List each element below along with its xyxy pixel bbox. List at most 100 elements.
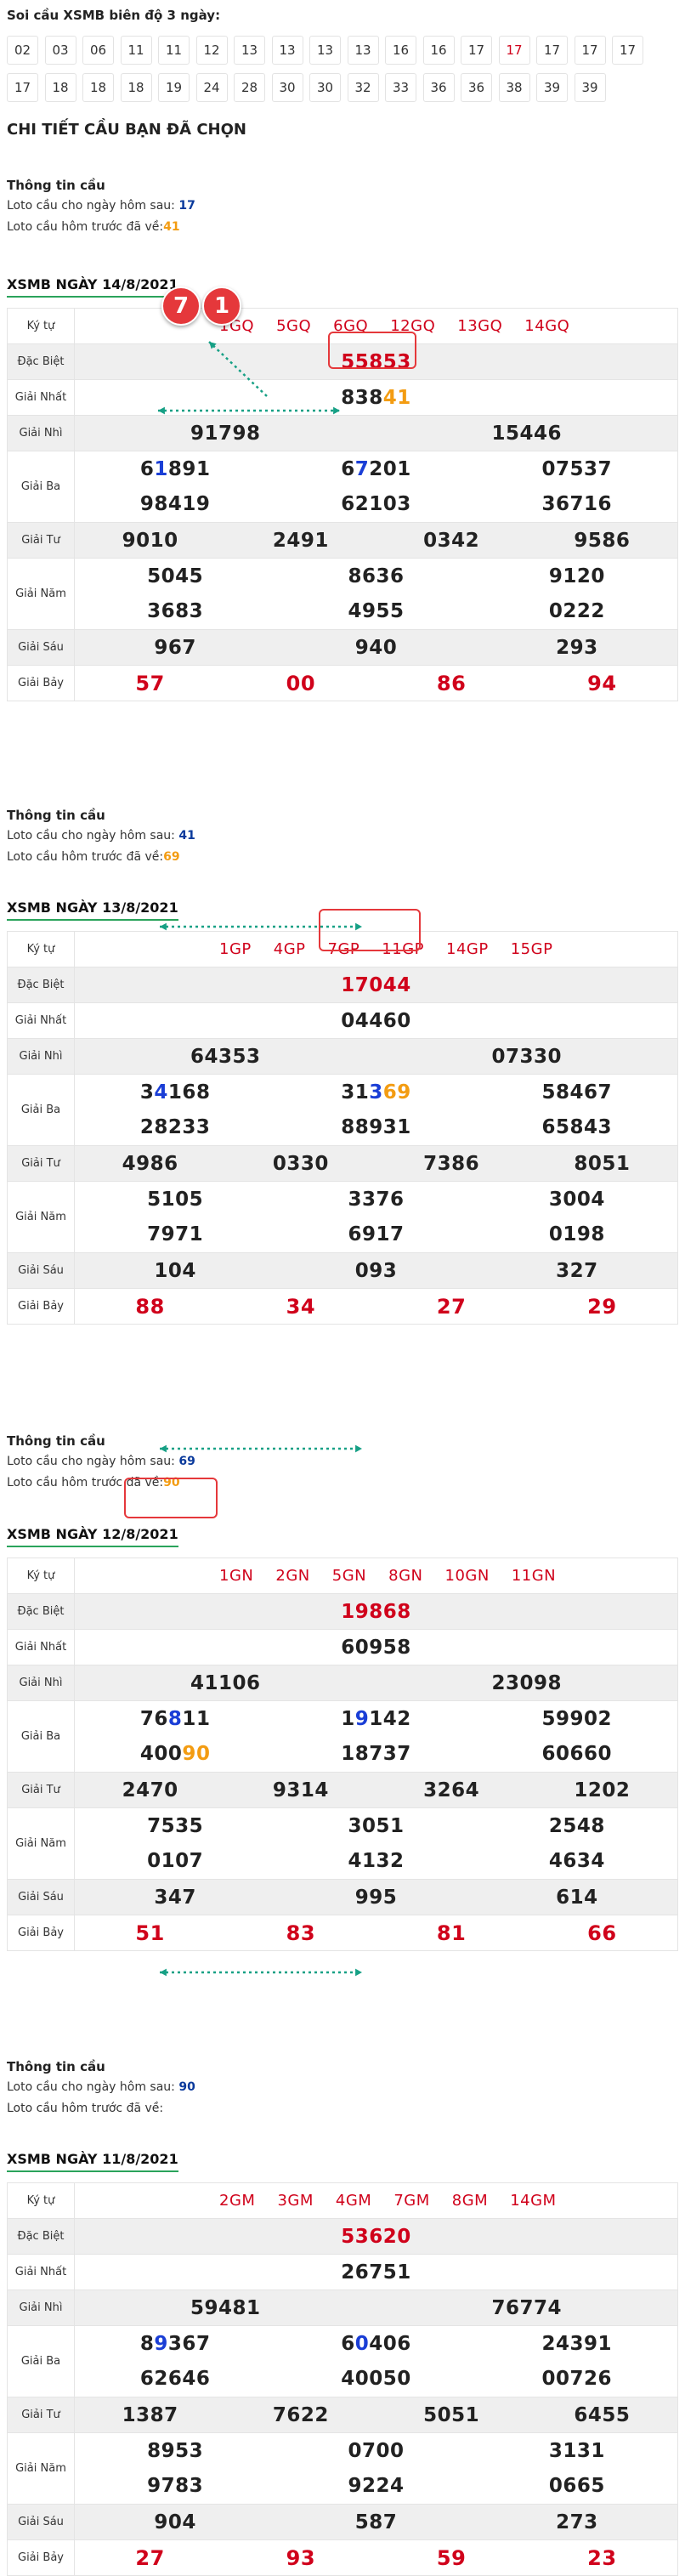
- row-label: Giải Bảy: [7, 1288, 75, 1325]
- prize-number: 07537: [541, 458, 613, 480]
- result-row: Giải Ba 61891 67201 07537 98419 62103 36716: [7, 451, 678, 523]
- row-values: 347 995 614: [74, 1879, 678, 1915]
- ky-hieu-code: 14GQ: [524, 317, 570, 335]
- prize-digit: 8: [139, 2333, 155, 2355]
- prize-number: 327: [556, 1259, 598, 1282]
- loto-chip[interactable]: 16: [422, 36, 455, 65]
- result-row: Giải Sáu 904 587 273: [7, 2504, 678, 2540]
- loto-chip[interactable]: 18: [44, 73, 76, 102]
- value-columns: 40090 18737 60660: [75, 1737, 677, 1772]
- loto-chip[interactable]: 39: [574, 73, 606, 102]
- result-row: Giải Tư 1387 7622 5051 6455: [7, 2397, 678, 2433]
- value-stack: 5045 8636 9120 3683 4955 0222: [75, 559, 677, 629]
- loto-chip[interactable]: 17: [461, 36, 492, 65]
- prize-number: 940: [354, 636, 398, 659]
- prize-digit: 8: [369, 386, 383, 409]
- ky-hieu-list: 2GM 3GM 4GM 7GM 8GM 14GM: [75, 2192, 677, 2210]
- special-prize-number: 53620: [341, 2225, 411, 2248]
- loto-chip[interactable]: 28: [234, 73, 265, 102]
- dotted-arrow: [158, 406, 340, 415]
- loto-chip[interactable]: 03: [44, 36, 76, 65]
- row-values: 91798 15446: [74, 415, 678, 451]
- prize-number: 5045: [147, 565, 204, 587]
- prize-number: 3051: [348, 1815, 405, 1837]
- loto-chip[interactable]: 11: [158, 36, 190, 65]
- loto-chips: 02 03 06 11 11 12 13 13 13 13 16 16 17 17 17 17 17 17 18 1…: [7, 36, 653, 111]
- value-columns: 59481 76774: [75, 2297, 677, 2319]
- loto-chip[interactable]: 30: [271, 73, 303, 102]
- prize-digit: 0: [195, 1743, 211, 1765]
- cau-next-label: Loto cầu cho ngày hôm sau:: [7, 2080, 175, 2094]
- value-columns: 5105 3376 3004: [75, 1183, 677, 1217]
- loto-chip[interactable]: 24: [195, 73, 228, 102]
- prize-digit: 7: [354, 458, 370, 480]
- row-label: Giải Tư: [7, 2397, 75, 2433]
- prize-number: 60660: [541, 1743, 613, 1765]
- value-columns: 19868: [75, 1601, 677, 1623]
- loto-chip[interactable]: 12: [195, 36, 228, 65]
- value-columns: 904 587 273: [75, 2511, 677, 2533]
- loto-chip[interactable]: 39: [536, 73, 568, 102]
- row-values: 904 587 273: [74, 2504, 678, 2540]
- loto-chip[interactable]: 30: [309, 73, 341, 102]
- cau-prev-value: 69: [163, 850, 180, 864]
- cau-prev-line: Loto cầu hôm trước đã về:: [7, 2098, 670, 2119]
- row-label: Đặc Biệt: [7, 1593, 75, 1630]
- loto-chip[interactable]: 36: [461, 73, 492, 102]
- prize-number: 00: [286, 671, 316, 695]
- prize-number: 93: [286, 2545, 316, 2570]
- prize-digit: 1: [195, 458, 211, 480]
- loto-chip[interactable]: 11: [120, 36, 152, 65]
- value-columns: 7535 3051 2548: [75, 1809, 677, 1844]
- prize-digit: 1: [167, 1081, 183, 1104]
- loto-chip[interactable]: 18: [120, 73, 152, 102]
- loto-chip[interactable]: 06: [82, 36, 114, 65]
- highlight-box: [124, 1478, 218, 1518]
- prize-digit: 4: [382, 386, 398, 409]
- loto-chip[interactable]: 36: [422, 73, 455, 102]
- loto-chip[interactable]: 13: [234, 36, 265, 65]
- prize-digit: 7: [195, 2333, 211, 2355]
- loto-chip[interactable]: 33: [385, 73, 416, 102]
- loto-chip[interactable]: 16: [385, 36, 416, 65]
- loto-chip[interactable]: 13: [347, 36, 379, 65]
- loto-chip[interactable]: 32: [347, 73, 379, 102]
- loto-chip[interactable]: 17: [612, 36, 643, 65]
- prize-number: 76811: [75, 1708, 275, 1730]
- loto-chip[interactable]: 13: [271, 36, 303, 65]
- prize-number: 23: [587, 2545, 617, 2570]
- row-values: 17044: [74, 967, 678, 1003]
- row-label: Giải Năm: [7, 1807, 75, 1880]
- prize-number: 65843: [541, 1116, 613, 1138]
- prize-number: 58467: [541, 1081, 613, 1104]
- value-columns: 91798 15446: [75, 423, 677, 445]
- cau-info-title: Thông tin cầu: [7, 2059, 105, 2074]
- row-values: 9010 2491 0342 9586: [74, 522, 678, 559]
- prize-number: 0107: [147, 1850, 204, 1872]
- loto-chip[interactable]: 17: [574, 36, 606, 65]
- loto-chip[interactable]: 17: [536, 36, 568, 65]
- value-columns: 88 34 27 29: [75, 1295, 677, 1319]
- row-values: 04460: [74, 1002, 678, 1039]
- loto-chip[interactable]: 17: [7, 73, 38, 102]
- prize-number: 614: [556, 1886, 598, 1909]
- row-label: Giải Tư: [7, 1145, 75, 1182]
- loto-chip[interactable]: 19: [158, 73, 190, 102]
- loto-chip[interactable]: 02: [7, 36, 38, 65]
- loto-chip[interactable]: 13: [309, 36, 341, 65]
- prize-digit: 0: [154, 1743, 168, 1765]
- prize-digit: 1: [369, 1708, 383, 1730]
- row-values: 4986 0330 7386 8051: [74, 1145, 678, 1182]
- loto-chip[interactable]: 38: [498, 73, 530, 102]
- prize-digit: 0: [382, 2333, 398, 2355]
- loto-chip[interactable]: 18: [82, 73, 114, 102]
- result-row: Giải Ba 89367 60406 24391 62646 40050 00726: [7, 2325, 678, 2397]
- value-columns: 04460: [75, 1010, 677, 1032]
- cau-prev-label: Loto cầu hôm trước đã về:: [7, 220, 164, 234]
- row-label: Giải Sáu: [7, 1252, 75, 1289]
- prize-number: 59: [436, 2545, 467, 2570]
- prize-number: 9783: [147, 2475, 204, 2497]
- loto-chip[interactable]: 17: [498, 36, 530, 65]
- result-row: Giải Sáu 347 995 614: [7, 1879, 678, 1915]
- row-label: Giải Tư: [7, 1772, 75, 1808]
